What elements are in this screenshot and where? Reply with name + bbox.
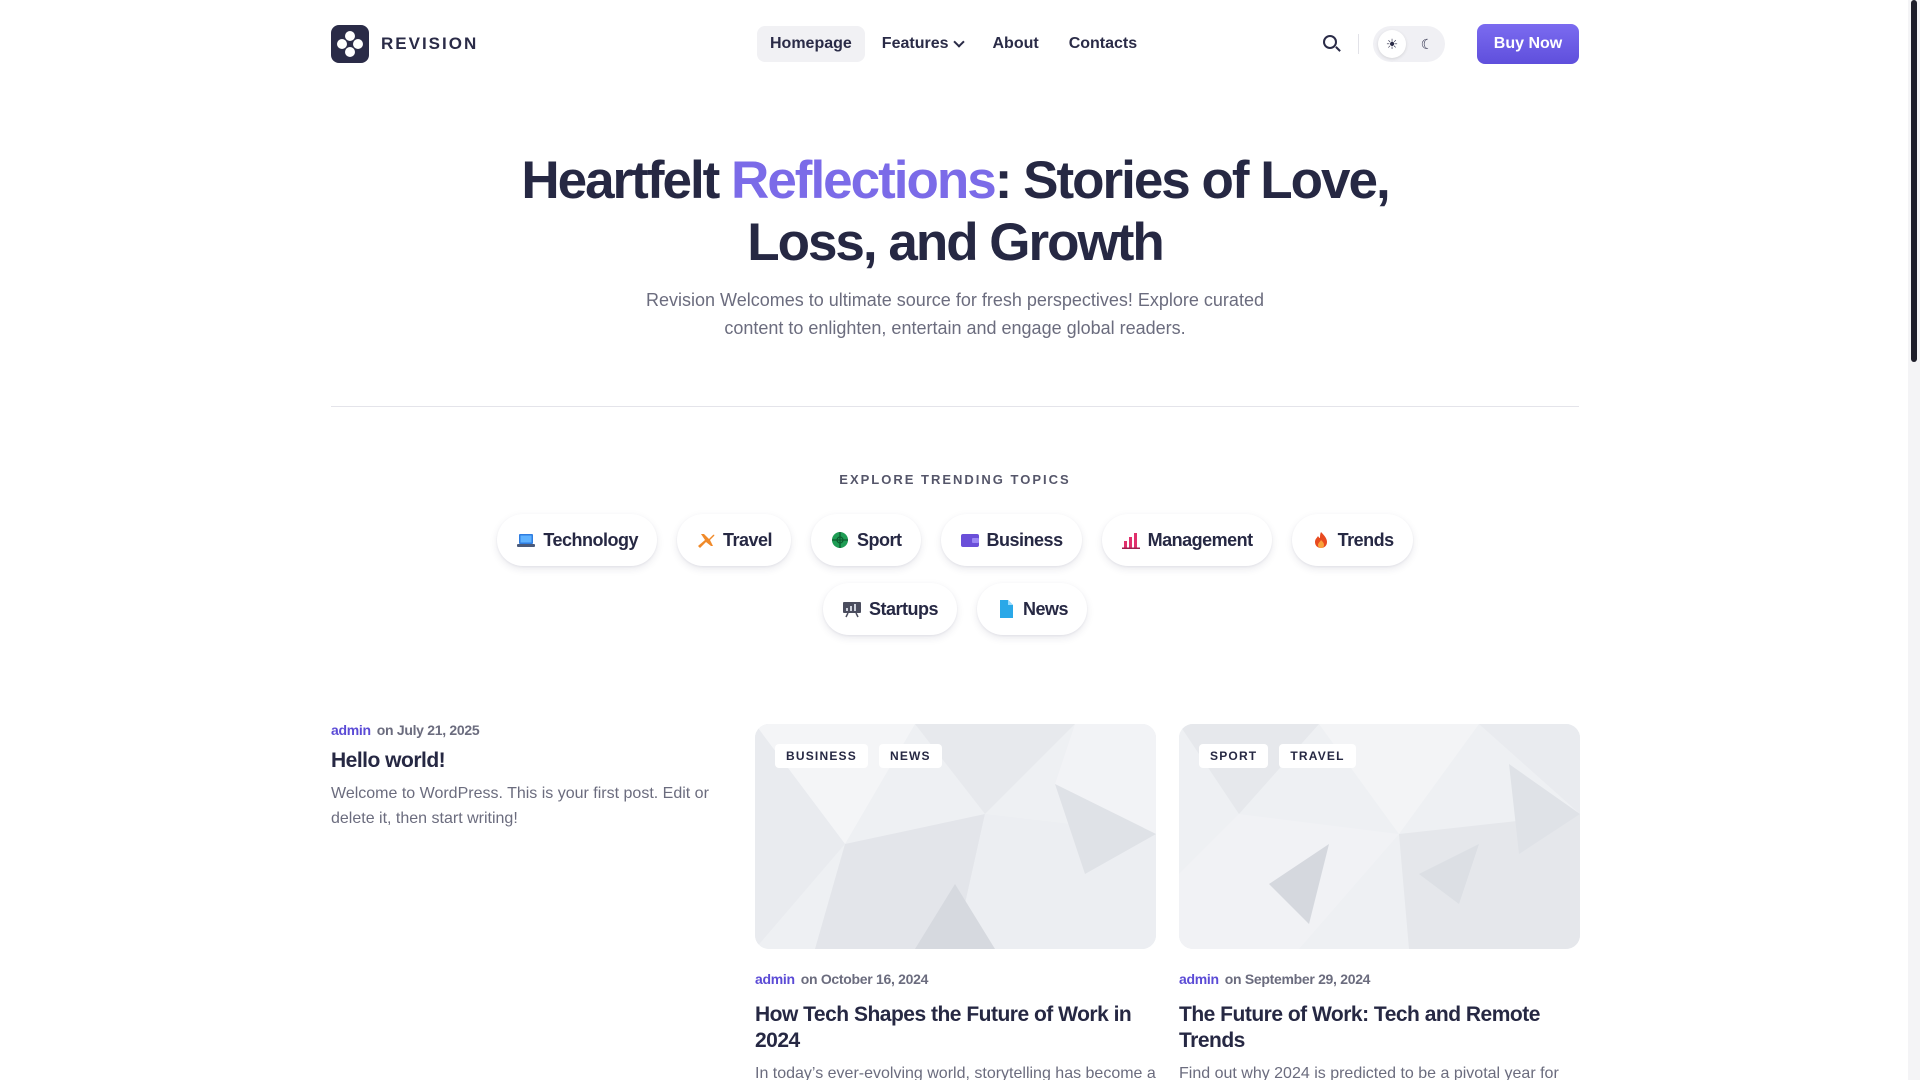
post-meta: admin on September 29, 2024 — [1179, 971, 1580, 987]
search-icon[interactable] — [1322, 34, 1342, 54]
topic-label: News — [1022, 598, 1069, 619]
topic-label: Business — [986, 529, 1064, 550]
post-title[interactable]: The Future of Work: Tech and Remote Tren… — [1179, 1002, 1580, 1054]
theme-toggle[interactable]: ☀ ☾ — [1373, 26, 1445, 62]
tag-business[interactable]: BUSINESS — [775, 744, 868, 768]
topic-label: Travel — [723, 529, 773, 550]
post-excerpt: Welcome to WordPress. This is your first… — [331, 785, 709, 827]
topic-label: Startups — [868, 598, 939, 619]
topic-technology[interactable]: Technology — [497, 514, 657, 566]
nav-item-contacts[interactable]: Contacts — [1056, 26, 1150, 62]
scrollbar-thumb[interactable] — [1911, 0, 1917, 362]
topic-startups[interactable]: Startups — [822, 583, 957, 635]
post-meta: admin on July 21, 2025 — [331, 722, 711, 738]
moon-icon[interactable]: ☾ — [1413, 30, 1441, 58]
post-date: on September 29, 2024 — [1224, 971, 1371, 987]
post-tags: SPORT TRAVEL — [1199, 744, 1356, 768]
post-card: admin on July 21, 2025 Hello world! Welco… — [331, 722, 711, 831]
section-divider — [331, 406, 1579, 407]
header-divider — [1358, 34, 1359, 54]
topics-row: Startups News — [0, 583, 1910, 635]
hero-title-accent: Reflections — [731, 151, 997, 210]
presentation-icon — [842, 602, 861, 618]
wallet-icon — [960, 534, 979, 547]
post-title[interactable]: Hello world! — [331, 748, 711, 774]
tag-news[interactable]: NEWS — [878, 744, 942, 768]
tag-sport[interactable]: SPORT — [1199, 744, 1269, 768]
fire-icon — [1314, 532, 1327, 548]
topic-travel[interactable]: Travel — [677, 514, 792, 566]
airplane-icon — [698, 534, 715, 548]
post-date: on October 16, 2024 — [800, 971, 929, 987]
post-thumbnail[interactable]: SPORT TRAVEL — [1179, 724, 1580, 949]
logo[interactable]: REVISION — [331, 25, 478, 63]
nav-item-homepage[interactable]: Homepage — [757, 26, 865, 62]
bar-chart-icon — [1121, 533, 1140, 549]
post-excerpt: In today’s ever-evolving world, storytel… — [755, 1065, 1156, 1080]
document-icon — [999, 600, 1013, 618]
topic-business[interactable]: Business — [940, 514, 1082, 566]
topic-label: Management — [1147, 529, 1254, 550]
topic-management[interactable]: Management — [1101, 514, 1272, 566]
tag-travel[interactable]: TRAVEL — [1279, 744, 1356, 768]
hero-title-start: Heartfelt — [521, 151, 732, 210]
post-date: on July 21, 2025 — [376, 722, 480, 738]
chevron-down-icon — [952, 36, 965, 48]
post-author-link[interactable]: admin — [755, 971, 795, 987]
site-header: REVISION Homepage Features About Contact… — [0, 0, 1920, 88]
topic-sport[interactable]: Sport — [811, 514, 921, 566]
post-meta: admin on October 16, 2024 — [755, 971, 1156, 987]
hero-subtitle: Revision Welcomes to ultimate source for… — [646, 290, 1264, 338]
topic-trends[interactable]: Trends — [1291, 514, 1413, 566]
topic-label: Trends — [1337, 529, 1395, 550]
buy-now-button[interactable]: Buy Now — [1477, 24, 1579, 64]
page-scrollbar[interactable] — [1908, 0, 1920, 1080]
topic-news[interactable]: News — [976, 583, 1088, 635]
post-tags: BUSINESS NEWS — [775, 744, 942, 768]
ball-icon — [832, 532, 849, 548]
nav-item-features-label: Features — [881, 35, 949, 52]
post-author-link[interactable]: admin — [1179, 971, 1219, 987]
post-author-link[interactable]: admin — [331, 722, 371, 738]
topic-label: Sport — [857, 529, 902, 550]
post-thumbnail[interactable]: BUSINESS NEWS — [755, 724, 1156, 949]
hero-title: Heartfelt Reflections: Stories of Love, … — [480, 150, 1430, 274]
nav-item-about[interactable]: About — [980, 26, 1052, 62]
sun-icon[interactable]: ☀ — [1378, 30, 1406, 58]
post-card: BUSINESS NEWS admin on October 16, 2024 H… — [755, 724, 1156, 1080]
post-excerpt: Find out why 2024 is predicted to be a p… — [1179, 1065, 1559, 1080]
topics-row: Technology Travel Sport Business Managem… — [0, 514, 1910, 566]
laptop-icon — [517, 534, 536, 547]
logo-text: REVISION — [381, 34, 479, 53]
nav-item-features[interactable]: Features — [869, 26, 976, 62]
logo-icon — [331, 25, 369, 63]
topics-label: EXPLORE TRENDING TOPICS — [839, 472, 1071, 487]
main-nav: Homepage Features About Contacts — [757, 26, 1150, 62]
post-title[interactable]: How Tech Shapes the Future of Work in 20… — [755, 1002, 1156, 1054]
topic-label: Technology — [543, 529, 638, 550]
post-card: SPORT TRAVEL admin on September 29, 2024 … — [1179, 724, 1580, 1080]
